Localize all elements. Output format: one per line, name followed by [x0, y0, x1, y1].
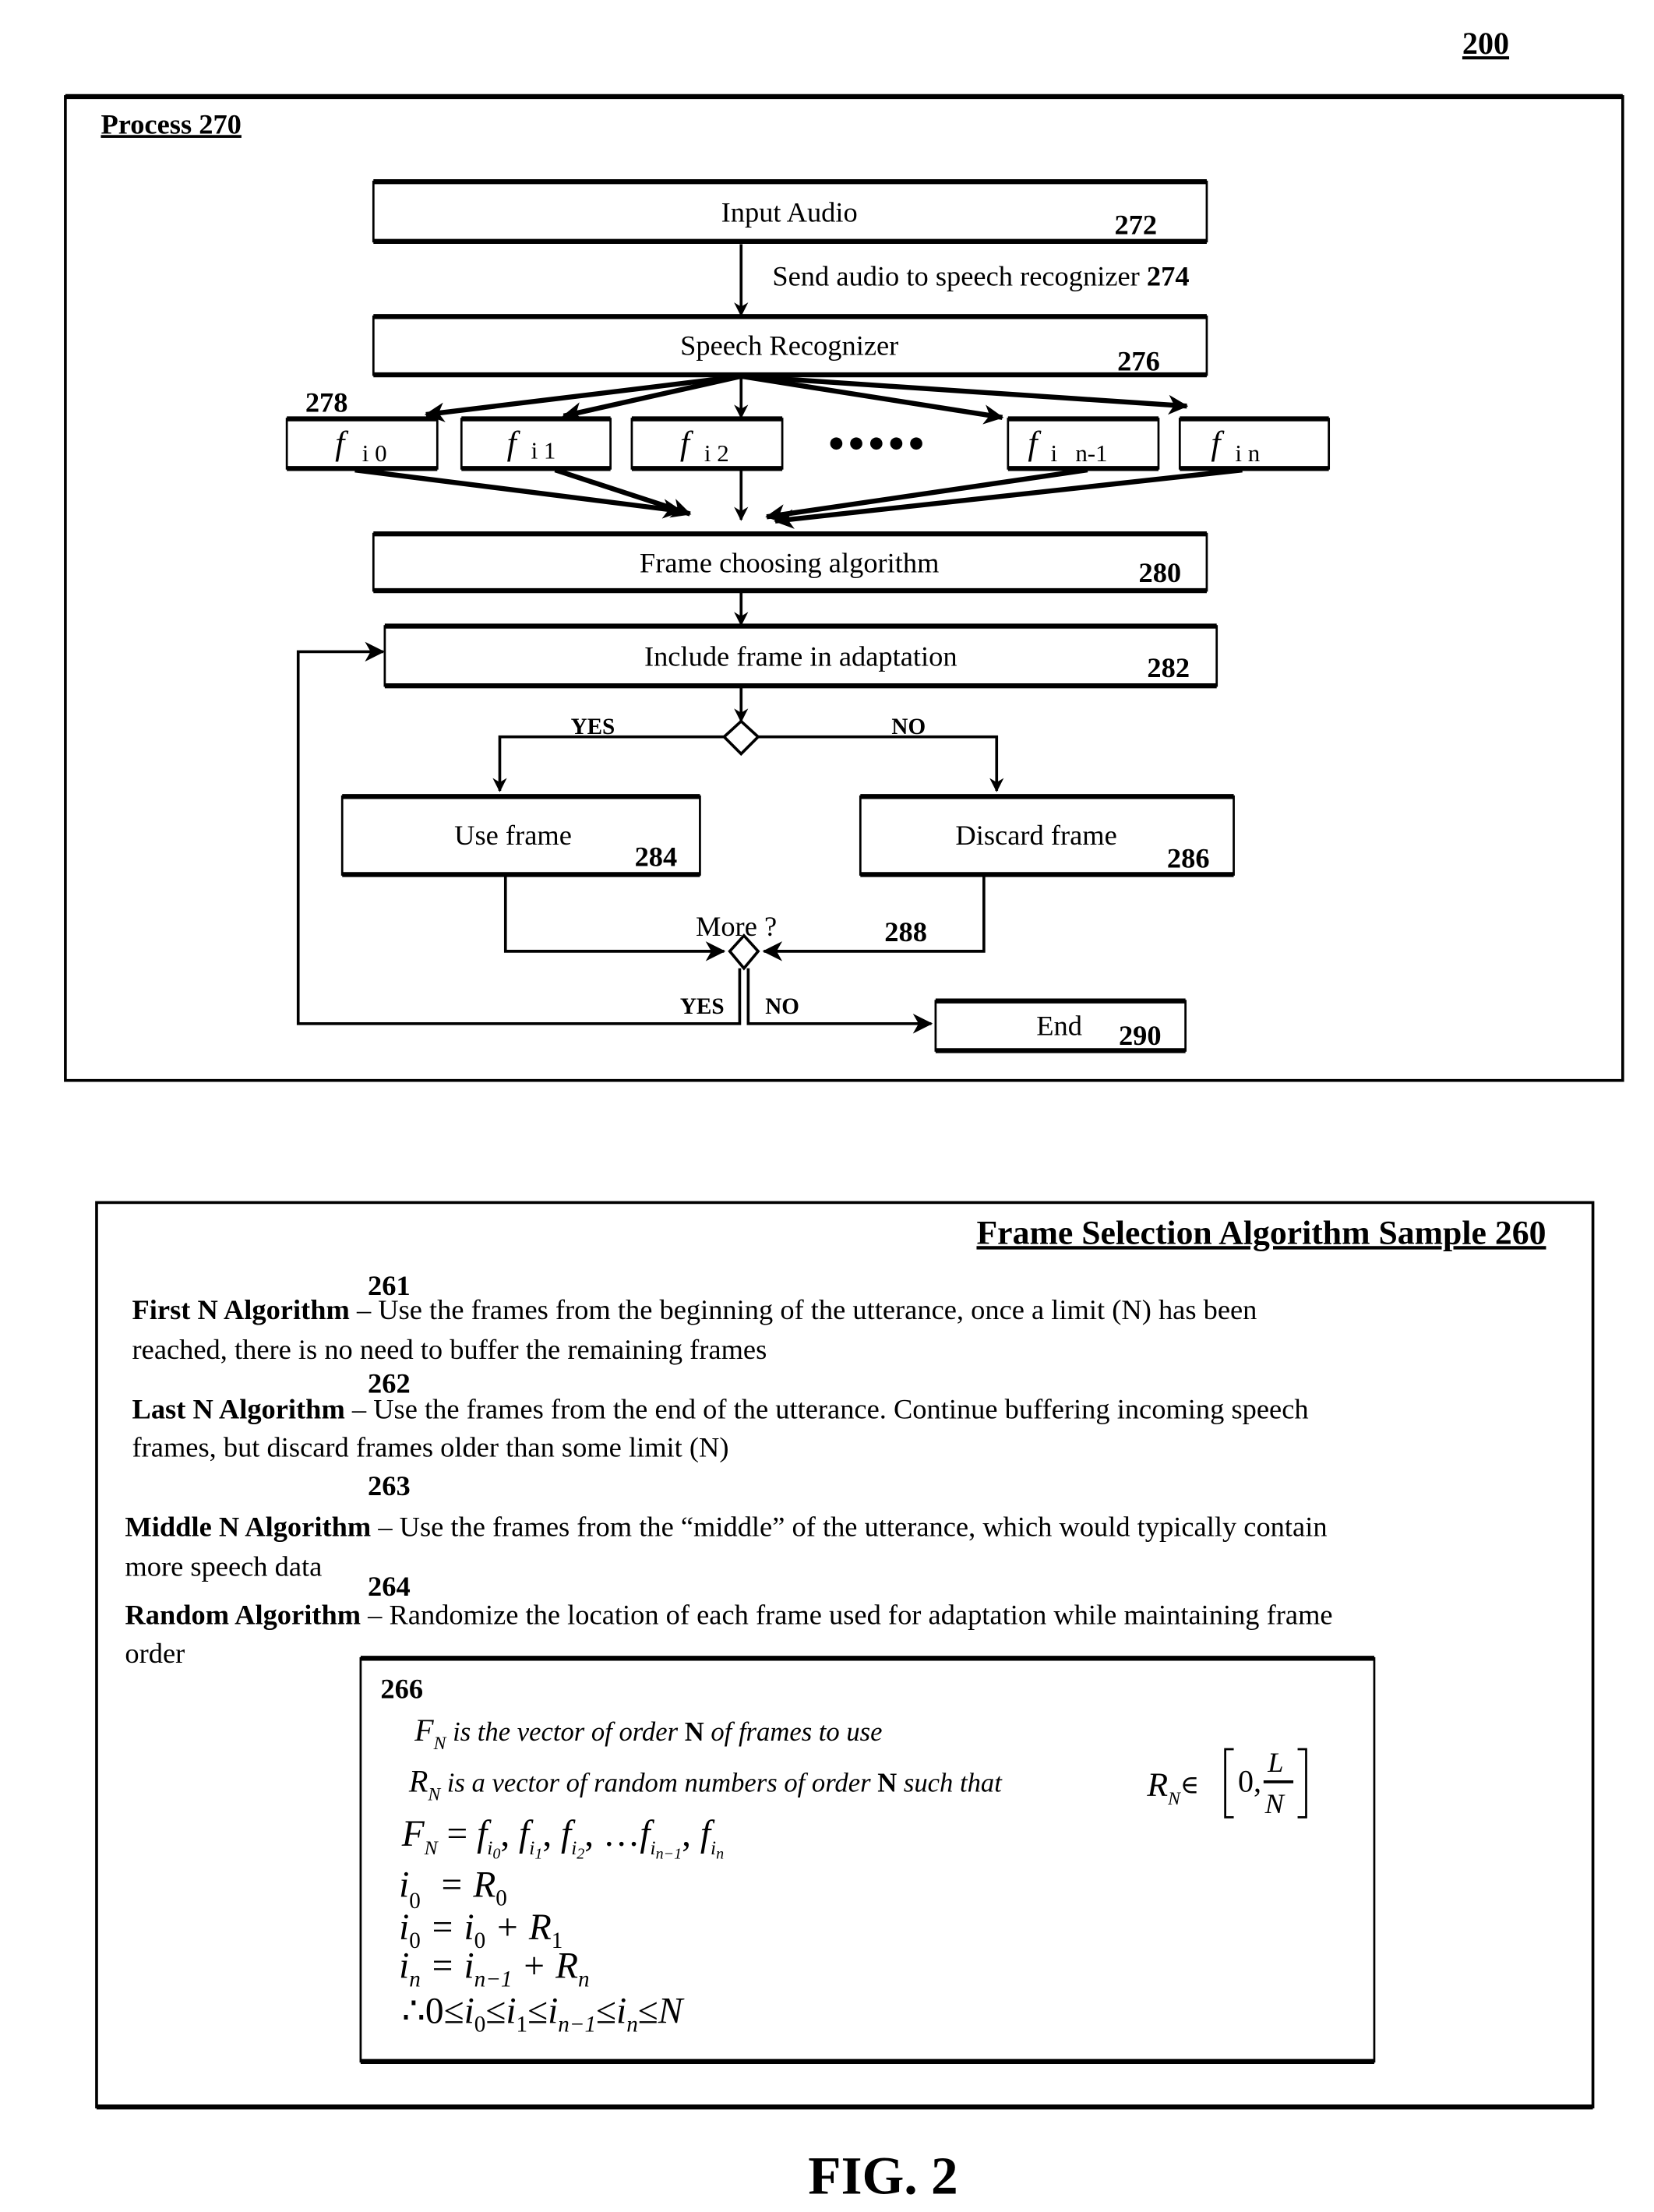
include-frame-box: Include frame in adaptation 282: [383, 623, 1218, 689]
frame-box: f i 2: [630, 416, 784, 471]
eq-inequality: ∴0≤i0≤i1≤in−1≤in≤N: [402, 1992, 685, 2037]
speech-recognizer-label: Speech Recognizer: [680, 330, 898, 362]
decision-yes: YES: [571, 714, 615, 739]
include-frame-ref: 282: [1147, 652, 1190, 683]
input-audio-label: Input Audio: [721, 196, 858, 228]
svg-text:order: order: [125, 1638, 185, 1669]
frame-choosing-ref: 280: [1138, 557, 1181, 588]
svg-text:Random Algorithm – Randomize t: Random Algorithm – Randomize the locatio…: [125, 1600, 1332, 1631]
formula-ref: 266: [380, 1673, 423, 1704]
frame-choosing-label: Frame choosing algorithm: [640, 547, 940, 578]
more-yes: YES: [680, 994, 725, 1019]
use-frame-ref: 284: [635, 841, 678, 873]
frame-choosing-box: Frame choosing algorithm 280: [372, 531, 1208, 594]
end-label: End: [1036, 1010, 1082, 1041]
svg-text:i n-1: i n-1: [1050, 439, 1107, 467]
svg-text:i 2: i 2: [704, 439, 729, 467]
set-zero: 0,: [1238, 1764, 1261, 1799]
speech-recognizer-ref: 276: [1117, 346, 1160, 377]
process-title: Process 270: [101, 108, 241, 139]
decision-no: NO: [891, 714, 926, 739]
include-frame-label: Include frame in adaptation: [644, 641, 957, 672]
frame-box: f i 1: [460, 416, 612, 471]
discard-frame-box: Discard frame 286: [859, 794, 1235, 877]
more-label: More ?: [696, 911, 777, 942]
svg-text:i 0: i 0: [362, 439, 387, 467]
frame-box: f i n: [1178, 416, 1331, 471]
speech-recognizer-box: Speech Recognizer 276: [372, 314, 1208, 378]
patent-figure: 200 Process 270 Input Audio 272 Send aud…: [64, 26, 1624, 2205]
end-box: End 290: [934, 998, 1187, 1053]
svg-text:Last N Algorithm – Use the fra: Last N Algorithm – Use the frames from t…: [132, 1393, 1309, 1424]
svg-text:i n: i n: [1235, 439, 1260, 467]
sample-title: Frame Selection Algorithm Sample 260: [976, 1214, 1546, 1251]
svg-text:Middle N Algorithm – Use the f: Middle N Algorithm – Use the frames from…: [125, 1512, 1327, 1543]
svg-text:frames, but discard frames old: frames, but discard frames older than so…: [132, 1432, 729, 1463]
input-audio-box: Input Audio 272: [372, 179, 1208, 244]
frame-box: f i 0: [285, 416, 439, 471]
more-no: NO: [765, 994, 799, 1019]
input-audio-ref: 272: [1114, 210, 1157, 241]
svg-text:First N Algorithm – Use the fr: First N Algorithm – Use the frames from …: [132, 1294, 1257, 1325]
discard-frame-ref: 286: [1167, 842, 1210, 873]
svg-text:264: 264: [368, 1571, 411, 1602]
send-audio-label: Send audio to speech recognizer 274: [772, 260, 1189, 291]
end-ref: 290: [1119, 1020, 1162, 1051]
frame-box: f i n-1: [1007, 416, 1160, 471]
ellipsis-dots: ●●●●●: [827, 426, 927, 457]
svg-text:reached, there is no need to b: reached, there is no need to buffer the …: [132, 1334, 767, 1365]
formula-box: 266 FN is the vector of order N of frame…: [359, 1656, 1376, 2065]
discard-frame-label: Discard frame: [955, 820, 1116, 851]
use-frame-box: Use frame 284: [340, 794, 701, 877]
use-frame-label: Use frame: [454, 820, 572, 851]
set-den: N: [1264, 1788, 1285, 1819]
figure-number: 200: [1462, 26, 1509, 61]
more-ref: 288: [884, 916, 927, 947]
figure-caption: FIG. 2: [808, 2145, 957, 2205]
set-num: L: [1267, 1747, 1283, 1778]
svg-text:263: 263: [368, 1470, 411, 1501]
svg-text:more speech data: more speech data: [125, 1551, 322, 1582]
frames-ref: 278: [305, 386, 348, 418]
svg-text:i 1: i 1: [531, 437, 556, 464]
